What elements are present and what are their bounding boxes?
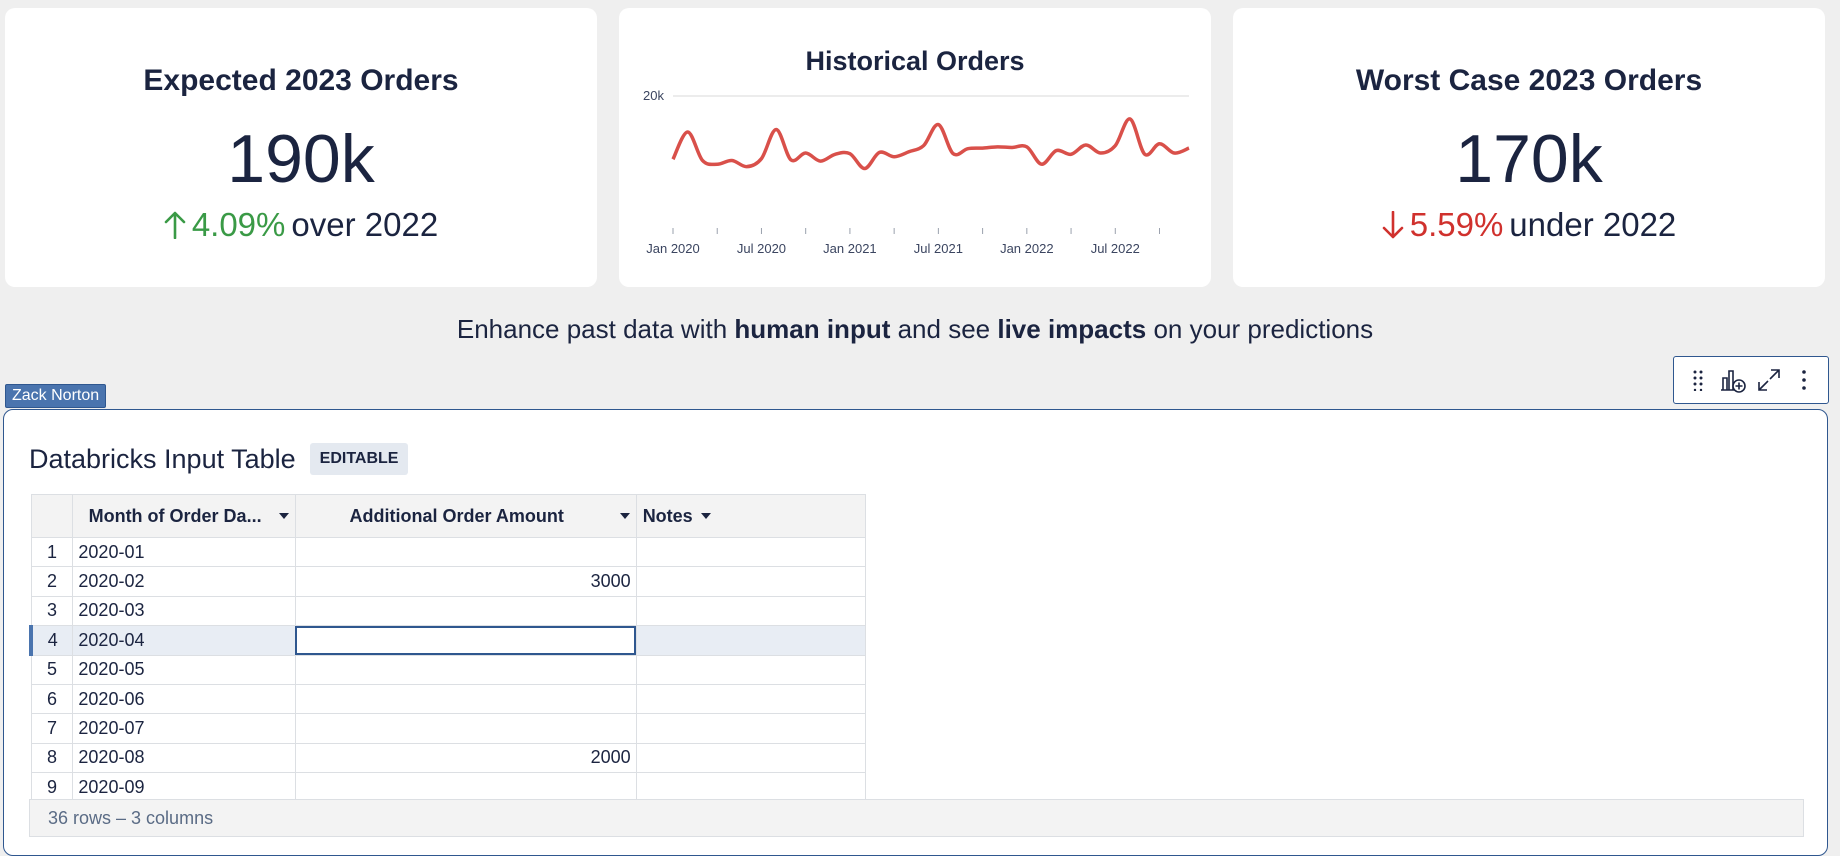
kpi-value: 170k (1455, 121, 1603, 197)
cell-amount[interactable] (294, 536, 637, 568)
cell-notes[interactable] (635, 625, 867, 656)
cell-notes[interactable] (635, 742, 867, 774)
tagline-text: on your predictions (1146, 314, 1374, 344)
cell-amount[interactable]: 3000 (294, 566, 637, 597)
column-header-label: Notes (642, 505, 693, 526)
cell-month[interactable]: 2020-03 (72, 595, 296, 627)
more-options-icon[interactable] (1789, 365, 1819, 395)
panel-title: Databricks Input Table (29, 443, 296, 474)
table-row[interactable]: 9 2020-09 (30, 772, 867, 803)
x-tick-label: Jan 2022 (1000, 241, 1054, 256)
tagline-text: and see (890, 314, 998, 344)
sort-caret-icon[interactable] (700, 513, 711, 519)
cell-month[interactable]: 2020-05 (72, 654, 296, 685)
series-line (671, 117, 1190, 171)
sort-caret-icon[interactable] (619, 513, 630, 519)
cell-month[interactable]: 2020-06 (72, 683, 296, 715)
row-number: 3 (30, 595, 74, 627)
x-tick-label: Jan 2020 (646, 241, 700, 256)
arrow-down-icon (1382, 211, 1404, 239)
cell-month[interactable]: 2020-07 (72, 713, 296, 744)
kpi-delta: 5.59% under 2022 (1233, 206, 1825, 244)
expected-orders-card: Expected 2023 Orders 190k 4.09% over 202… (5, 8, 597, 287)
cell-notes[interactable] (635, 595, 867, 627)
row-number: 6 (30, 683, 74, 715)
historical-orders-card: Historical Orders 20k Jan 2020 Jul 2020 Jan… (619, 8, 1211, 287)
kpi-delta-suffix: under 2022 (1509, 206, 1677, 243)
table-header-row: Month of Order Da... Additional Order Am… (30, 494, 867, 538)
cell-notes[interactable] (635, 713, 867, 744)
column-header-notes[interactable]: Notes (635, 494, 867, 538)
row-number-header (30, 494, 74, 538)
cell-month[interactable]: 2020-01 (72, 536, 296, 568)
table-footer: 36 rows – 3 columns (29, 799, 1804, 837)
column-header-month[interactable]: Month of Order Da... (72, 494, 296, 538)
cell-amount[interactable]: 2000 (294, 742, 637, 774)
add-chart-icon[interactable] (1718, 365, 1748, 395)
cell-notes[interactable] (635, 654, 867, 685)
x-tick-label: Jul 2022 (1091, 241, 1140, 256)
cell-amount[interactable] (294, 625, 637, 656)
row-number: 9 (30, 772, 74, 803)
table-row[interactable]: 3 2020-03 (30, 595, 867, 627)
cell-amount[interactable] (294, 772, 637, 803)
table-row[interactable]: 5 2020-05 (30, 654, 867, 685)
row-number: 7 (30, 713, 74, 744)
table-row[interactable]: 2 2020-02 3000 (30, 566, 867, 597)
cell-amount[interactable] (294, 654, 637, 685)
cell-notes[interactable] (635, 566, 867, 597)
cell-notes[interactable] (635, 772, 867, 803)
x-tick-label: Jan 2021 (823, 241, 877, 256)
row-number: 4 (29, 625, 74, 656)
cell-notes[interactable] (635, 536, 867, 568)
table-row[interactable]: 4 2020-04 (29, 625, 867, 656)
kpi-title: Expected 2023 Orders (143, 64, 459, 97)
worst-case-orders-card: Worst Case 2023 Orders 170k 5.59% under … (1233, 8, 1825, 287)
y-tick-label: 20k (643, 88, 664, 103)
cell-notes[interactable] (635, 683, 867, 715)
kpi-delta: 4.09% over 2022 (5, 206, 597, 244)
cell-month[interactable]: 2020-04 (72, 625, 296, 656)
panel-header: Databricks Input Table EDITABLE (29, 443, 409, 475)
x-tick-label: Jul 2020 (737, 241, 786, 256)
column-header-amount[interactable]: Additional Order Amount (294, 494, 637, 538)
kpi-value: 190k (227, 121, 375, 197)
table-row[interactable]: 8 2020-08 2000 (30, 742, 867, 774)
editable-badge: EDITABLE (309, 443, 409, 475)
arrow-up-icon (164, 211, 186, 239)
cell-amount[interactable] (294, 595, 637, 627)
table-body: 1 2020-01 2 2020-02 3000 3 2020-03 4 2020-04 5 202… (29, 536, 867, 803)
table-row[interactable]: 7 2020-07 (30, 713, 867, 744)
row-number: 2 (30, 566, 74, 597)
row-number: 8 (30, 742, 74, 774)
column-header-label: Additional Order Amount (349, 505, 564, 526)
x-tick-label: Jul 2021 (914, 241, 963, 256)
historical-orders-chart: 20k Jan 2020 Jul 2020 Jan 2021 Jul 2021 Jan 2… (643, 88, 1190, 256)
tagline-bold: live impacts (997, 314, 1147, 344)
cell-month[interactable]: 2020-09 (72, 772, 296, 803)
row-number: 1 (30, 536, 74, 568)
cell-amount[interactable] (294, 683, 637, 715)
cell-month[interactable]: 2020-02 (72, 566, 296, 597)
kpi-title: Worst Case 2023 Orders (1355, 64, 1703, 97)
expand-icon[interactable] (1754, 365, 1784, 395)
table-row[interactable]: 1 2020-01 (30, 536, 867, 568)
kpi-delta-suffix: over 2022 (291, 206, 439, 243)
row-number: 5 (30, 654, 74, 685)
tagline: Enhance past data with human input and s… (0, 314, 1830, 345)
tagline-bold: human input (734, 314, 891, 344)
tagline-text: Enhance past data with (456, 314, 735, 344)
drag-handle-icon[interactable] (1683, 365, 1713, 395)
table-row[interactable]: 6 2020-06 (30, 683, 867, 715)
kpi-delta-value: 4.09% (191, 206, 286, 243)
sort-caret-icon[interactable] (278, 513, 289, 519)
kpi-delta-value: 5.59% (1409, 206, 1504, 243)
input-table: Month of Order Da... Additional Order Am… (29, 494, 867, 803)
element-toolbar (1673, 356, 1829, 404)
column-header-label: Month of Order Da... (88, 505, 262, 526)
cell-month[interactable]: 2020-08 (72, 742, 296, 774)
cell-amount[interactable] (294, 713, 637, 744)
user-presence-tag: Zack Norton (5, 384, 107, 408)
input-table-panel: Databricks Input Table EDITABLE Month of… (3, 409, 1828, 856)
